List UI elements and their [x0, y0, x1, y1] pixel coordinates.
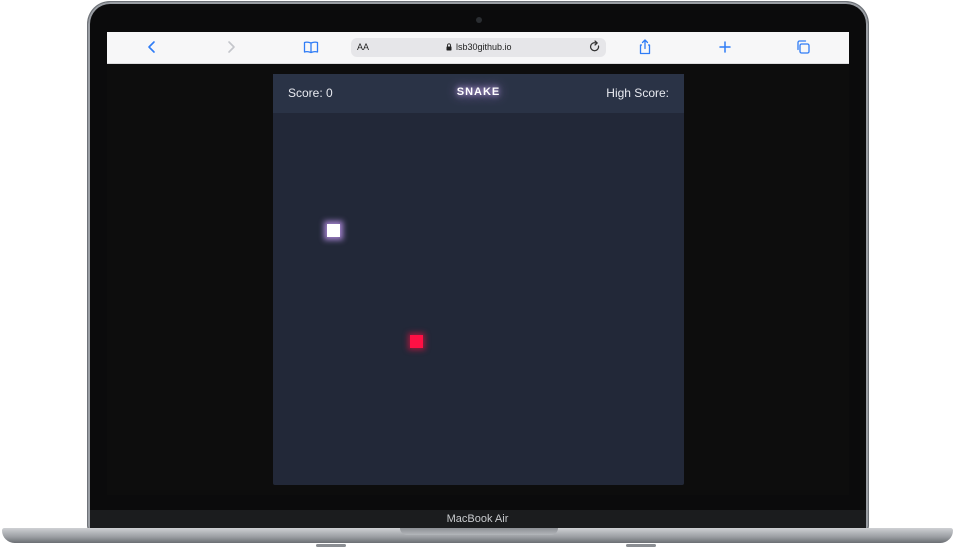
bookmarks-icon[interactable]	[302, 38, 320, 56]
laptop-foot	[626, 544, 656, 547]
back-icon[interactable]	[143, 38, 161, 56]
reload-icon[interactable]	[589, 40, 601, 54]
share-icon[interactable]	[636, 38, 654, 56]
food-pellet	[410, 335, 423, 348]
laptop-notch	[400, 528, 558, 535]
snake-segment	[327, 224, 340, 237]
camera-icon	[476, 17, 482, 23]
snake-game: Score: 0 SNAKE High Score:	[273, 74, 684, 485]
browser-toolbar: AA lsb30github.io	[107, 32, 849, 64]
high-score-display: High Score:	[606, 86, 669, 100]
game-board[interactable]	[273, 113, 684, 485]
screen: AA lsb30github.io Score: 0 SNAKE High Sc…	[107, 32, 849, 495]
device-brand-label: MacBook Air	[446, 513, 509, 525]
address-bar[interactable]: AA lsb30github.io	[351, 38, 606, 57]
text-size-button[interactable]: AA	[357, 40, 369, 55]
game-header: Score: 0 SNAKE High Score:	[273, 74, 684, 113]
url-text: lsb30github.io	[456, 42, 512, 52]
lock-icon	[446, 43, 452, 51]
forward-icon[interactable]	[222, 38, 240, 56]
laptop-foot	[316, 544, 346, 547]
new-tab-icon[interactable]	[716, 38, 734, 56]
tabs-icon[interactable]	[794, 38, 812, 56]
